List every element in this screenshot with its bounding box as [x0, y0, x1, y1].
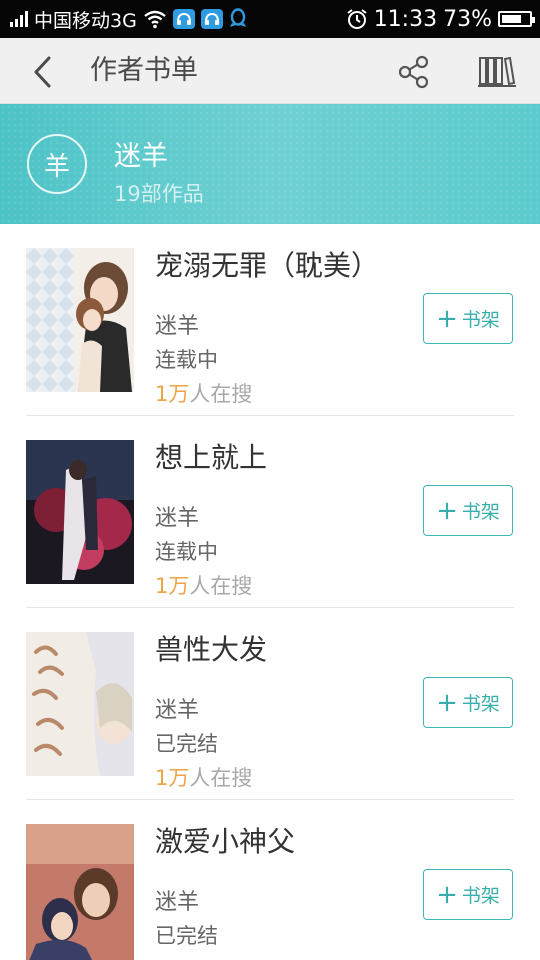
add-to-shelf-button[interactable]: + 书架 [423, 293, 513, 344]
add-to-shelf-button[interactable]: + 书架 [423, 485, 513, 536]
add-to-shelf-button[interactable]: + 书架 [423, 869, 513, 920]
status-bar: 中国移动3G 11:33 73% [0, 0, 540, 38]
book-author: 迷羊 [155, 506, 200, 531]
add-to-shelf-label: 书架 [461, 309, 500, 331]
qq-icon [229, 8, 246, 27]
list-item[interactable]: 想上就上 迷羊 连载中 1万人在搜 + 书架 [0, 416, 540, 608]
bookshelf-icon [478, 56, 516, 87]
book-status: 已完结 [155, 732, 218, 756]
book-status: 连载中 [155, 348, 218, 372]
book-cover[interactable] [26, 632, 134, 776]
book-author: 迷羊 [155, 698, 200, 723]
book-title[interactable]: 宠溺无罪（耽美） [155, 244, 379, 284]
search-count: 1万人在搜 [155, 382, 253, 406]
clock: 11:33 [373, 6, 438, 32]
list-item[interactable]: 激爱小神父 迷羊 已完结 + 书架 [0, 800, 540, 960]
book-title[interactable]: 兽性大发 [155, 628, 267, 668]
signal-icon [10, 11, 28, 27]
book-cover[interactable] [26, 824, 134, 960]
book-status: 连载中 [155, 540, 218, 564]
plus-icon: + [436, 879, 458, 910]
book-author: 迷羊 [155, 314, 200, 339]
share-icon [398, 55, 429, 89]
app-notify-icon [200, 9, 223, 29]
plus-icon: + [436, 303, 458, 334]
back-button[interactable] [20, 50, 64, 94]
list-item[interactable]: 兽性大发 迷羊 已完结 1万人在搜 + 书架 [0, 608, 540, 800]
book-status: 已完结 [155, 924, 218, 948]
book-cover[interactable] [26, 440, 134, 584]
back-arrow-icon [34, 56, 51, 88]
alarm-icon [347, 9, 367, 29]
author-name: 迷羊 [114, 141, 168, 172]
share-button[interactable] [392, 50, 436, 94]
page-title: 作者书单 [90, 55, 198, 86]
author-works-count: 19部作品 [114, 182, 204, 206]
plus-icon: + [436, 495, 458, 526]
add-to-shelf-label: 书架 [461, 501, 500, 523]
bookshelf-button[interactable] [474, 48, 520, 94]
search-count: 1万人在搜 [155, 574, 253, 598]
author-banner: 羊 迷羊 19部作品 [0, 104, 540, 224]
avatar: 羊 [27, 134, 87, 194]
book-list: 宠溺无罪（耽美） 迷羊 连载中 1万人在搜 + 书架 想上就上 迷羊 连载中 1… [0, 224, 540, 960]
app-notify-icon [172, 9, 195, 29]
search-count: 1万人在搜 [155, 766, 253, 790]
add-to-shelf-button[interactable]: + 书架 [423, 677, 513, 728]
wifi-icon [144, 10, 166, 29]
book-title[interactable]: 激爱小神父 [155, 820, 295, 860]
book-cover[interactable] [26, 248, 134, 392]
list-item[interactable]: 宠溺无罪（耽美） 迷羊 连载中 1万人在搜 + 书架 [0, 224, 540, 416]
battery-icon [498, 11, 535, 27]
app-bar: 作者书单 [0, 38, 540, 104]
plus-icon: + [436, 687, 458, 718]
add-to-shelf-label: 书架 [461, 885, 500, 907]
add-to-shelf-label: 书架 [461, 693, 500, 715]
book-author: 迷羊 [155, 890, 200, 915]
carrier-label: 中国移动3G [34, 9, 137, 32]
battery-percent: 73% [443, 6, 492, 32]
book-title[interactable]: 想上就上 [155, 436, 267, 476]
